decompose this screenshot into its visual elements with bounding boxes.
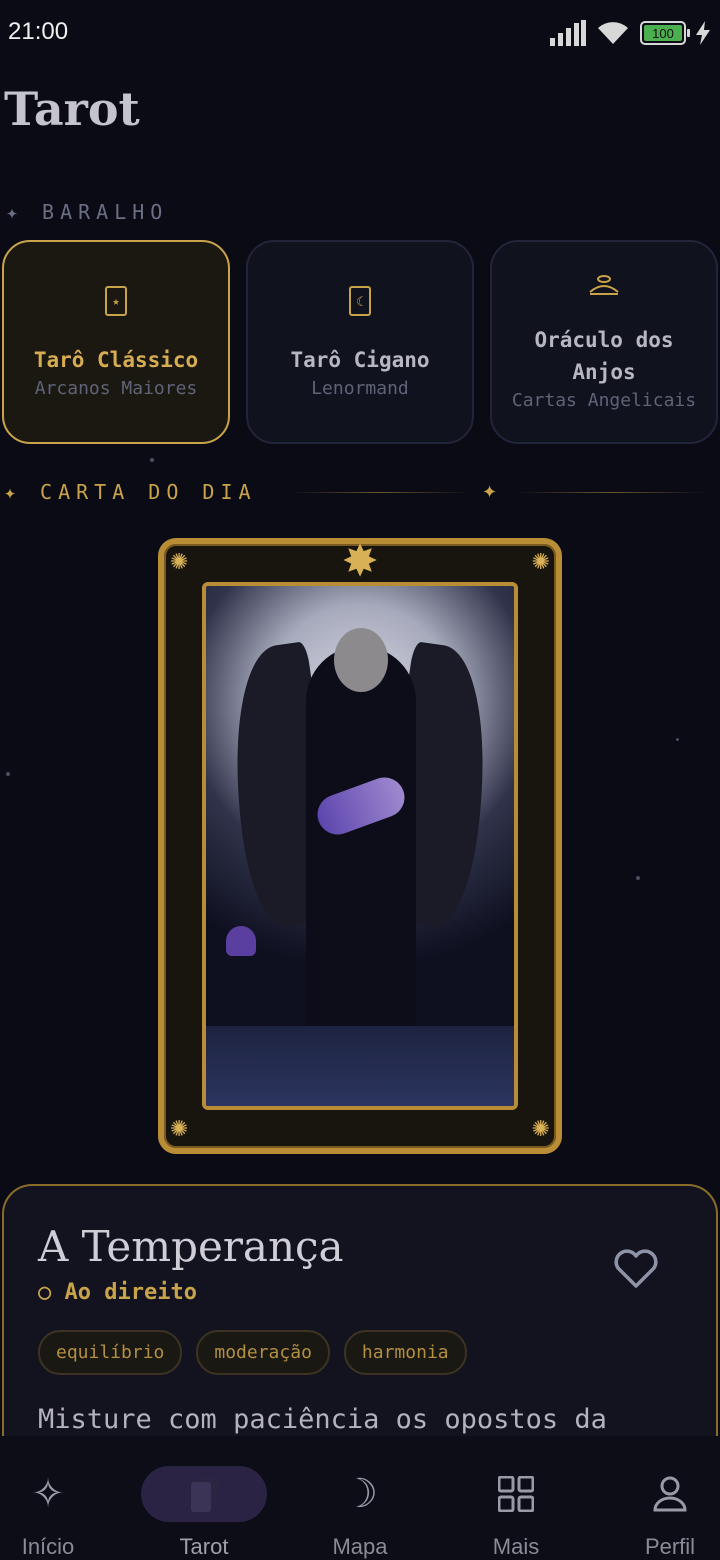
tag-chip: harmonia [343, 1330, 467, 1375]
nav-label: Mais [492, 1534, 540, 1559]
wifi-icon [598, 22, 628, 44]
svg-text:☾: ☾ [356, 295, 364, 310]
nav-label: Perfil [644, 1534, 696, 1559]
star-card-icon: ★ [105, 285, 127, 322]
tag-list: equilíbrio moderação harmonia [38, 1330, 467, 1375]
charging-icon [696, 21, 710, 45]
favorite-heart-icon[interactable] [612, 1244, 660, 1292]
cards-icon [141, 1466, 267, 1522]
daily-section-label: ✦ CARTA DO DIA [4, 480, 257, 504]
corner-ornament-icon: ✺ [170, 1117, 189, 1142]
deck-card-taro-cigano[interactable]: ☾ Tarô Cigano Lenormand [246, 240, 474, 444]
orientation-label: Ao direito [64, 1280, 197, 1305]
deck-name: Oráculo dos Anjos [534, 327, 674, 384]
battery-level: 100 [644, 25, 682, 41]
deck-subtitle: Cartas Angelicais [511, 389, 697, 411]
daily-section-title: CARTA DO DIA [40, 480, 257, 504]
signal-icon [550, 20, 586, 46]
nav-mais[interactable]: Mais [446, 1436, 586, 1560]
battery-icon: 100 [640, 21, 690, 45]
circle-icon: ○ [38, 1280, 65, 1305]
deck-card-oraculo-anjos[interactable]: Oráculo dos Anjos Cartas Angelicais [490, 240, 718, 444]
nav-inicio[interactable]: ✧ Início [0, 1436, 118, 1560]
star-ornament-icon: ✸ [341, 536, 379, 587]
page-title: Tarot [4, 82, 140, 136]
divider-line [290, 492, 470, 493]
angel-illustration [202, 582, 518, 1110]
tag-chip: equilíbrio [38, 1330, 183, 1375]
tarot-card-image[interactable]: ✸ ✺ ✺ ✺ ✺ [158, 536, 562, 1154]
nav-mapa[interactable]: ☽ Mapa [290, 1436, 430, 1560]
sparkle-icon: ✦ [4, 480, 23, 504]
card-orientation: ○ Ao direito [38, 1280, 197, 1305]
svg-text:★: ★ [112, 294, 119, 308]
grid-icon [453, 1466, 579, 1522]
deck-subtitle: Arcanos Maiores [34, 377, 198, 399]
sparkle-icon: ✦ [6, 200, 25, 224]
corner-ornament-icon: ✺ [531, 550, 550, 575]
deck-card-taro-classico[interactable]: ★ Tarô Clássico Arcanos Maiores [2, 240, 230, 444]
corner-ornament-icon: ✺ [170, 550, 189, 575]
deck-name: Tarô Clássico [33, 347, 199, 372]
card-description: Misture com paciência os opostos da [38, 1404, 607, 1435]
deck-subtitle: Lenormand [311, 377, 409, 399]
moon-icon: ☽ [342, 1471, 378, 1517]
card-name: A Temperança [38, 1222, 344, 1271]
deck-name: Tarô Cigano [290, 347, 430, 372]
divider-line [516, 492, 706, 493]
tag-chip: moderação [196, 1330, 330, 1375]
deck-section-label: ✦ BARALHO [6, 200, 168, 224]
person-icon [607, 1466, 720, 1522]
corner-ornament-icon: ✺ [531, 1117, 550, 1142]
deck-selector: ★ Tarô Clássico Arcanos Maiores ☾ Tarô C… [2, 240, 718, 444]
nav-label: Tarot [179, 1534, 229, 1559]
nav-tarot[interactable]: Tarot [134, 1436, 274, 1560]
moon-card-icon: ☾ [349, 285, 371, 322]
nav-perfil[interactable]: Perfil [600, 1436, 720, 1560]
halo-icon [588, 274, 620, 302]
status-bar: 21:00 100 [0, 0, 720, 70]
sparkles-icon: ✧ [31, 1471, 65, 1517]
nav-label: Mapa [332, 1534, 388, 1559]
status-time: 21:00 [8, 18, 69, 45]
sparkle-icon: ✦ [482, 482, 498, 503]
bottom-navigation: ✧ Início Tarot ☽ Mapa Mais Perfil [0, 1436, 720, 1560]
nav-label: Início [21, 1534, 75, 1559]
deck-section-title: BARALHO [42, 200, 169, 224]
